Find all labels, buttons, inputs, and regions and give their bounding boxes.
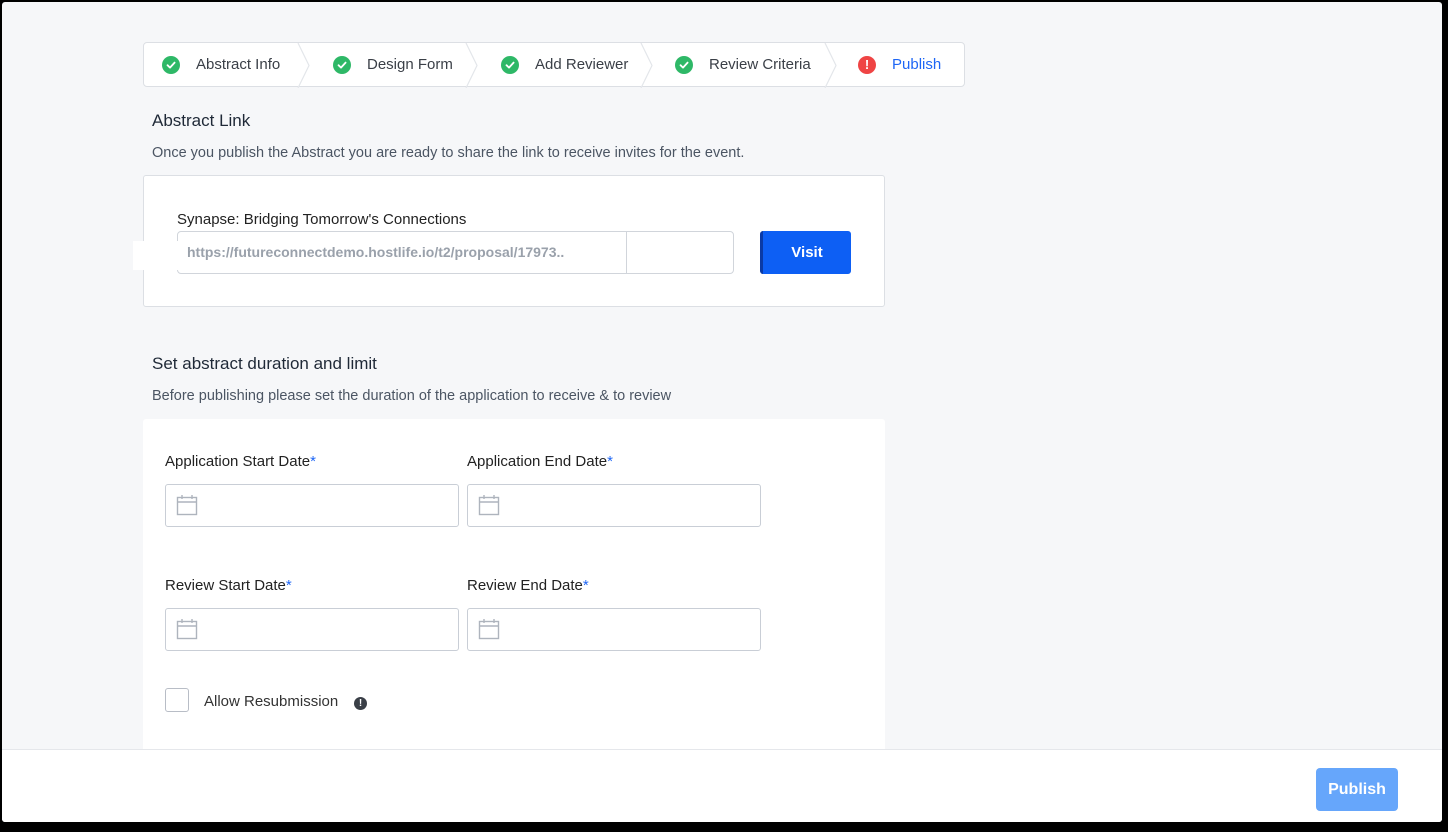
review-end-label: Review End Date*	[467, 577, 589, 594]
duration-form-panel: Application Start Date* Application End …	[143, 419, 885, 754]
calendar-icon	[176, 495, 198, 516]
step-publish[interactable]: ! Publish	[832, 43, 964, 86]
visit-button[interactable]: Visit	[760, 231, 851, 274]
step-label: Publish	[892, 56, 942, 73]
check-circle-icon	[162, 55, 180, 74]
step-label: Review Criteria	[709, 56, 811, 73]
abstract-link-title: Abstract Link	[152, 111, 251, 130]
allow-resubmission-label: Allow Resubmission	[204, 693, 339, 710]
check-circle-icon	[675, 55, 693, 74]
chevron-separator-icon	[465, 43, 478, 88]
step-review-criteria[interactable]: Review Criteria	[648, 43, 837, 88]
calendar-icon	[478, 619, 500, 640]
event-name: Synapse: Bridging Tomorrow's Connections	[177, 211, 467, 228]
abstract-link-description: Once you publish the Abstract you are re…	[152, 145, 745, 161]
step-abstract-info[interactable]: Abstract Info	[144, 43, 310, 88]
step-add-reviewer[interactable]: Add Reviewer	[473, 43, 653, 88]
check-circle-icon	[333, 55, 351, 74]
app-end-label: Application End Date*	[467, 453, 613, 470]
abstract-link-card: Synapse: Bridging Tomorrow's Connections…	[143, 175, 885, 307]
app-start-label: Application Start Date*	[165, 453, 316, 470]
step-label: Design Form	[367, 56, 453, 73]
review-end-date-input[interactable]	[467, 608, 761, 651]
decorative-patch	[133, 241, 181, 270]
review-start-label: Review Start Date*	[165, 577, 292, 594]
step-label: Add Reviewer	[535, 56, 629, 73]
duration-description: Before publishing please set the duratio…	[152, 388, 672, 404]
app-start-date-input[interactable]	[165, 484, 459, 527]
chevron-separator-icon	[824, 43, 837, 88]
calendar-icon	[478, 495, 500, 516]
abstract-link-field[interactable]: https://futureconnectdemo.hostlife.io/t2…	[177, 231, 734, 274]
allow-resubmission-checkbox[interactable]	[165, 688, 189, 712]
publish-button[interactable]: Publish	[1316, 768, 1398, 811]
exclamation-circle-icon: !	[858, 55, 876, 74]
step-label: Abstract Info	[196, 56, 281, 73]
duration-title: Set abstract duration and limit	[152, 354, 377, 373]
footer-bar: Publish	[2, 749, 1442, 822]
step-design-form[interactable]: Design Form	[305, 43, 478, 88]
field-divider	[626, 232, 627, 273]
abstract-url: https://futureconnectdemo.hostlife.io/t2…	[187, 244, 565, 260]
chevron-separator-icon	[640, 43, 653, 88]
chevron-separator-icon	[297, 43, 310, 88]
app-frame: Abstract Info Design Form Add Reviewer R…	[2, 2, 1442, 822]
calendar-icon	[176, 619, 198, 640]
app-end-date-input[interactable]	[467, 484, 761, 527]
info-icon[interactable]: !	[354, 697, 367, 710]
stepper: Abstract Info Design Form Add Reviewer R…	[143, 42, 965, 88]
review-start-date-input[interactable]	[165, 608, 459, 651]
check-circle-icon	[501, 55, 519, 74]
